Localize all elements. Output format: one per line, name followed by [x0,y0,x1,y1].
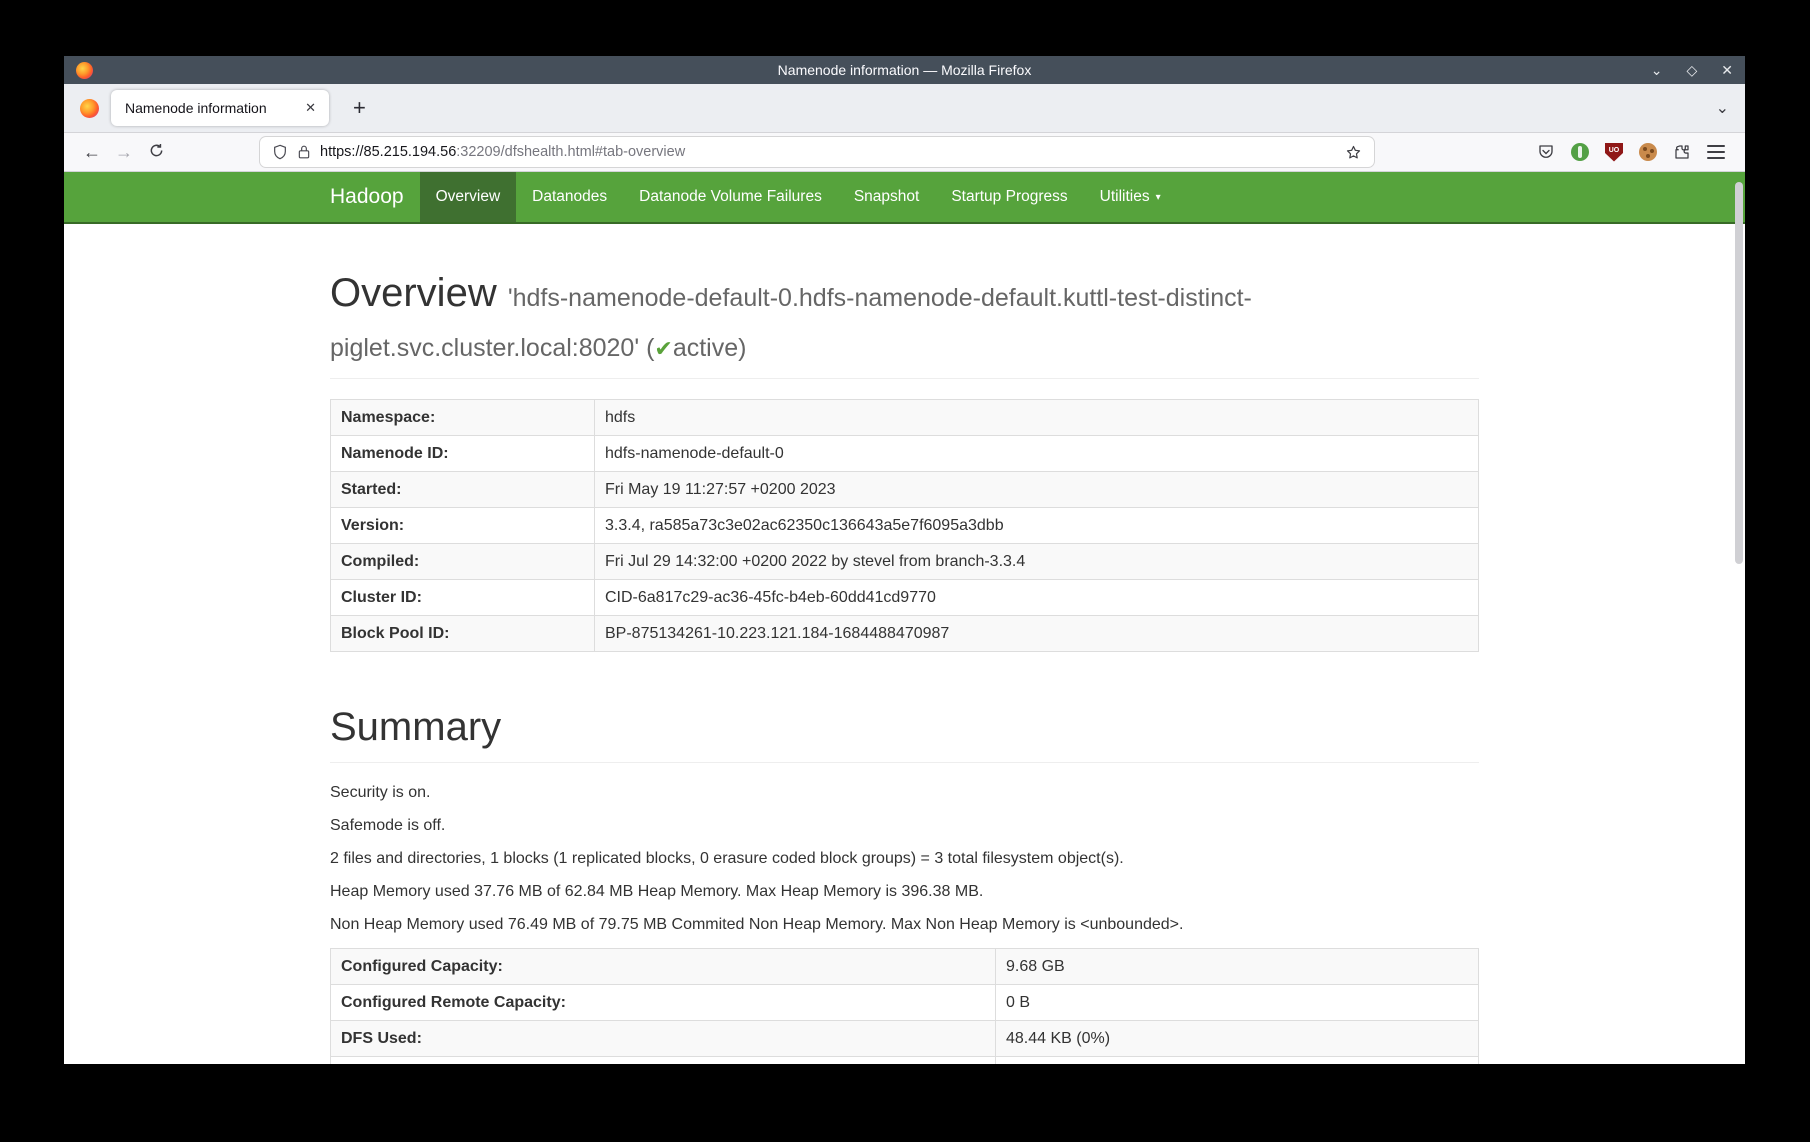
table-row: Version:3.3.4, ra585a73c3e02ac62350c1366… [331,508,1479,544]
row-label: Non DFS Used: [331,1057,996,1065]
firefox-window: Namenode information — Mozilla Firefox ⌄… [64,56,1745,1064]
row-value: 48.44 KB (0%) [996,1021,1479,1057]
cookie-extension-icon[interactable] [1639,143,1657,161]
hadoop-navbar: Hadoop Overview Datanodes Datanode Volum… [64,172,1745,224]
namenode-info-table: Namespace:hdfs Namenode ID:hdfs-namenode… [330,399,1479,652]
active-check-icon: ✔ [654,336,672,361]
row-value: 3.3.4, ra585a73c3e02ac62350c136643a5e7f6… [595,508,1479,544]
browser-toolbar: ← → https://85.215.194.56:32209/dfshealt… [64,132,1745,172]
table-row: Block Pool ID:BP-875134261-10.223.121.18… [331,616,1479,652]
browser-tab-active[interactable]: Namenode information ✕ [111,90,329,126]
url-scheme: https:// [320,144,364,160]
row-value: hdfs-namenode-default-0 [595,436,1479,472]
summary-nonheap-line: Non Heap Memory used 76.49 MB of 79.75 M… [330,915,1479,934]
firefox-icon [76,62,93,79]
summary-files-line: 2 files and directories, 1 blocks (1 rep… [330,849,1479,868]
table-row: Compiled:Fri Jul 29 14:32:00 +0200 2022 … [331,544,1479,580]
nav-item-datanode-volume-failures[interactable]: Datanode Volume Failures [623,172,838,222]
nav-item-utilities-label: Utilities [1100,188,1150,206]
pocket-icon[interactable] [1537,143,1555,161]
row-label: Configured Capacity: [331,949,996,985]
list-tabs-chevron-icon[interactable]: ⌄ [1716,98,1729,118]
row-label: Block Pool ID: [331,616,595,652]
row-value: CID-6a817c29-ac36-45fc-b4eb-60dd41cd9770 [595,580,1479,616]
table-row: Cluster ID:CID-6a817c29-ac36-45fc-b4eb-6… [331,580,1479,616]
nav-item-startup-progress[interactable]: Startup Progress [935,172,1083,222]
back-button[interactable]: ← [76,143,108,161]
tab-bar: Namenode information ✕ + ⌄ [64,84,1745,132]
lock-icon[interactable] [297,144,311,160]
table-row: Configured Capacity:9.68 GB [331,949,1479,985]
row-label: Version: [331,508,595,544]
row-label: DFS Used: [331,1021,996,1057]
maximize-button[interactable]: ◇ [1686,63,1697,77]
extensions-puzzle-icon[interactable] [1673,143,1691,161]
row-value: hdfs [595,400,1479,436]
desktop-background: Namenode information — Mozilla Firefox ⌄… [0,0,1810,1142]
new-tab-button[interactable]: + [347,97,372,119]
url-bar[interactable]: https://85.215.194.56:32209/dfshealth.ht… [260,137,1374,167]
reload-icon [149,143,164,158]
tab-title: Namenode information [125,100,300,116]
row-label: Configured Remote Capacity: [331,985,996,1021]
ublock-origin-icon[interactable]: UO [1605,143,1623,162]
row-value: 0 B [996,985,1479,1021]
summary-heap-line: Heap Memory used 37.76 MB of 62.84 MB He… [330,882,1479,901]
minimize-button[interactable]: ⌄ [1651,63,1663,77]
nav-item-snapshot[interactable]: Snapshot [838,172,936,222]
row-value: Fri Jul 29 14:32:00 +0200 2022 by stevel… [595,544,1479,580]
navbar-brand-hadoop[interactable]: Hadoop [330,172,420,222]
tab-close-icon[interactable]: ✕ [300,98,321,118]
extension-green-icon[interactable] [1571,143,1589,161]
overview-page: Overview 'hdfs-namenode-default-0.hdfs-n… [330,268,1479,1064]
url-path: :32209/dfshealth.html#tab-overview [456,144,685,160]
table-row: Namespace:hdfs [331,400,1479,436]
row-value: 119.56 KB [996,1057,1479,1065]
window-controls: ⌄ ◇ ✕ [1651,63,1733,77]
table-row: Configured Remote Capacity:0 B [331,985,1479,1021]
row-value: BP-875134261-10.223.121.184-168448847098… [595,616,1479,652]
shield-permissions-icon[interactable] [272,144,288,160]
firefox-menu-icon[interactable] [80,99,99,118]
table-row: Namenode ID:hdfs-namenode-default-0 [331,436,1479,472]
window-title: Namenode information — Mozilla Firefox [64,62,1745,78]
row-value: 9.68 GB [996,949,1479,985]
window-titlebar[interactable]: Namenode information — Mozilla Firefox ⌄… [64,56,1745,84]
overview-title: Overview [330,271,497,315]
url-host: 85.215.194.56 [364,144,457,160]
table-row: Started:Fri May 19 11:27:57 +0200 2023 [331,472,1479,508]
close-button[interactable]: ✕ [1721,63,1733,77]
active-status-label: active [673,334,738,362]
row-label: Cluster ID: [331,580,595,616]
page-viewport: Hadoop Overview Datanodes Datanode Volum… [64,172,1745,1064]
table-row: DFS Used:48.44 KB (0%) [331,1021,1479,1057]
forward-button[interactable]: → [108,143,140,161]
chevron-down-icon: ▾ [1156,192,1161,203]
nav-item-datanodes[interactable]: Datanodes [516,172,623,222]
summary-security-line: Security is on. [330,783,1479,802]
toolbar-extensions: UO [1537,143,1733,162]
row-label: Namenode ID: [331,436,595,472]
row-value: Fri May 19 11:27:57 +0200 2023 [595,472,1479,508]
summary-heading: Summary [330,702,1479,763]
row-label: Started: [331,472,595,508]
summary-safemode-line: Safemode is off. [330,816,1479,835]
nav-item-overview[interactable]: Overview [420,172,517,222]
nav-item-utilities[interactable]: Utilities ▾ [1084,172,1177,222]
bookmark-star-icon[interactable] [1345,144,1362,161]
overview-heading: Overview 'hdfs-namenode-default-0.hdfs-n… [330,268,1479,379]
row-label: Namespace: [331,400,595,436]
vertical-scrollbar[interactable] [1735,182,1743,564]
table-row: Non DFS Used:119.56 KB [331,1057,1479,1065]
reload-button[interactable] [140,143,172,161]
capacity-table: Configured Capacity:9.68 GB Configured R… [330,948,1479,1064]
url-text[interactable]: https://85.215.194.56:32209/dfshealth.ht… [320,144,1336,160]
app-menu-icon[interactable] [1707,145,1725,159]
row-label: Compiled: [331,544,595,580]
